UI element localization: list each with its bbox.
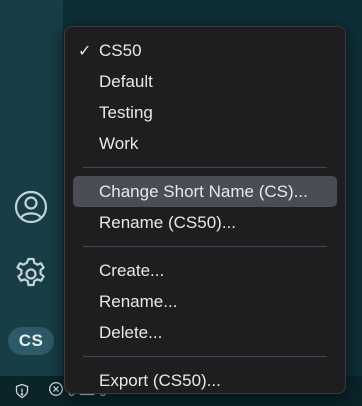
error-icon — [48, 381, 64, 402]
gear-icon[interactable] — [12, 255, 50, 293]
profiles-context-menu: ✓ CS50 Default Testing Work Change Short… — [64, 26, 346, 394]
menu-item-label: Rename (CS50)... — [99, 212, 236, 232]
account-icon[interactable] — [12, 188, 50, 226]
menu-item-export[interactable]: Export (CS50)... — [73, 365, 337, 396]
menu-item-label: Testing — [99, 102, 153, 122]
menu-item-delete[interactable]: Delete... — [73, 317, 337, 348]
menu-item-label: Default — [99, 71, 153, 91]
menu-separator — [83, 246, 327, 247]
shield-icon[interactable] — [10, 376, 34, 406]
menu-item-profile-testing[interactable]: Testing — [73, 97, 337, 128]
profile-badge[interactable]: CS — [8, 327, 54, 355]
menu-item-label: Delete... — [99, 322, 163, 342]
menu-item-profile-default[interactable]: Default — [73, 66, 337, 97]
vscode-window: CS 0 — [0, 0, 362, 406]
menu-item-label: Create... — [99, 260, 165, 280]
menu-item-change-short-name[interactable]: Change Short Name (CS)... — [73, 176, 337, 207]
menu-item-label: Export (CS50)... — [99, 370, 221, 390]
menu-item-rename-current[interactable]: Rename (CS50)... — [73, 207, 337, 238]
menu-item-label: Work — [99, 133, 139, 153]
menu-item-profile-work[interactable]: Work — [73, 128, 337, 159]
menu-separator — [83, 356, 327, 357]
menu-item-label: Change Short Name (CS)... — [99, 181, 308, 201]
checkmark-icon: ✓ — [78, 42, 92, 60]
activity-bar: CS — [0, 0, 63, 376]
menu-item-label: Rename... — [99, 291, 178, 311]
menu-item-create[interactable]: Create... — [73, 255, 337, 286]
menu-item-rename[interactable]: Rename... — [73, 286, 337, 317]
menu-separator — [83, 167, 327, 168]
menu-item-profile-cs50[interactable]: ✓ CS50 — [73, 35, 337, 66]
menu-item-label: CS50 — [99, 40, 142, 60]
